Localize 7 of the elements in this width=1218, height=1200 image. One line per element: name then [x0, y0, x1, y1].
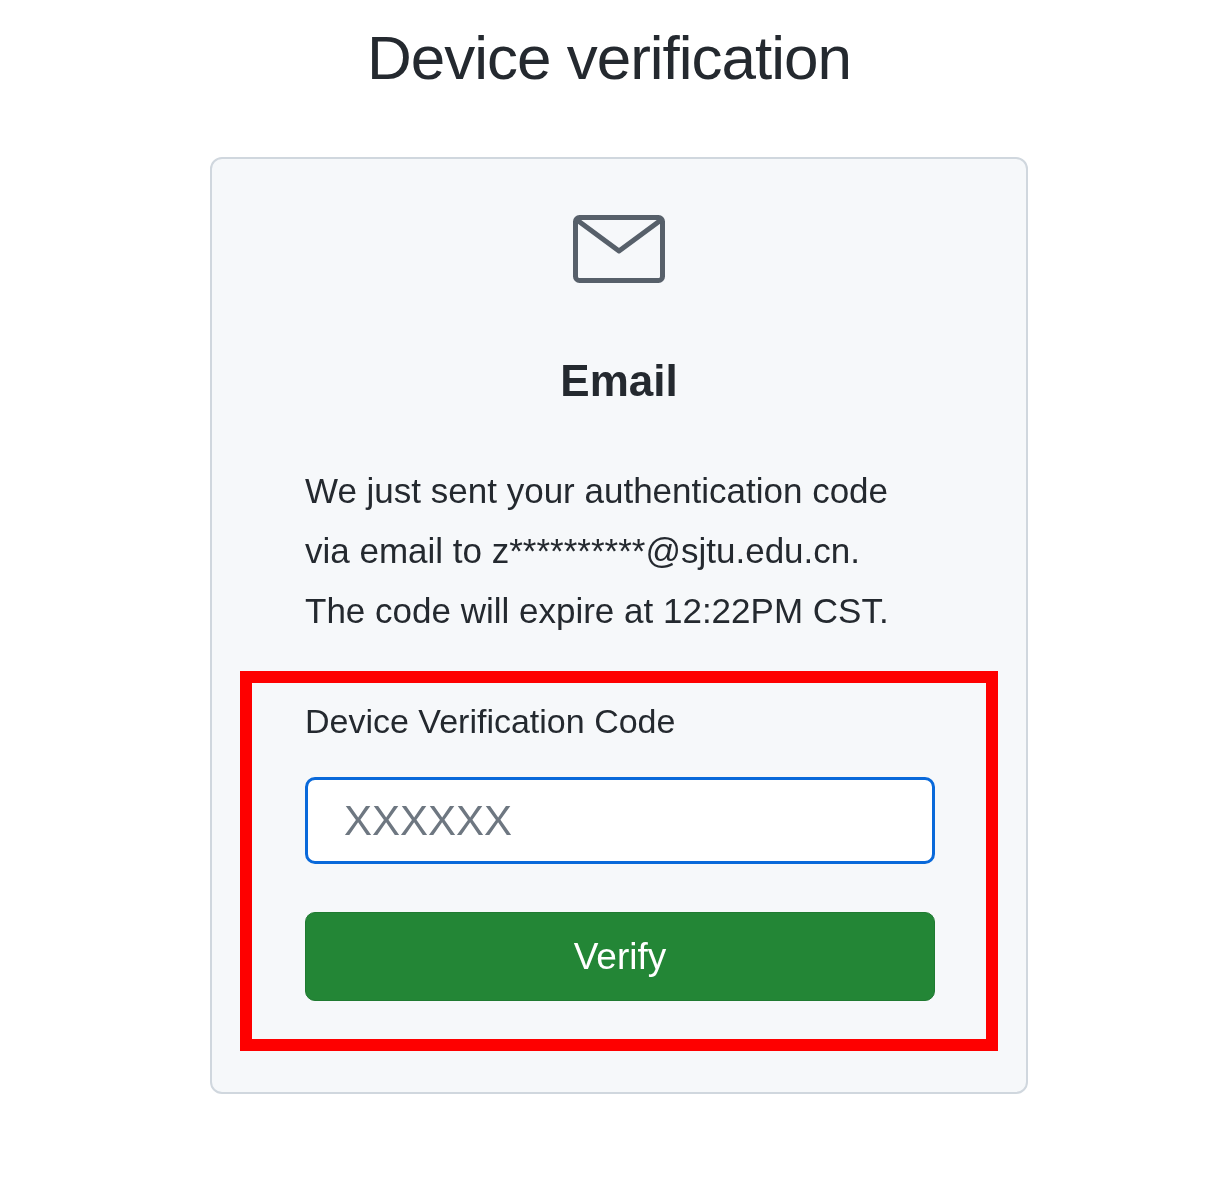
instruction-text: We just sent your authentication code via email to z**********@sjtu.edu.cn. The code will expire at 12:22PM CST. [305, 470, 890, 632]
page-title: Device verification [365, 22, 853, 94]
code-input-field[interactable]: XXXXXX [305, 777, 935, 864]
verify-button[interactable]: Verify [305, 912, 935, 1001]
method-heading: Email [559, 355, 679, 407]
field-label: Device Verification Code [305, 701, 677, 742]
mail-icon [573, 215, 665, 283]
